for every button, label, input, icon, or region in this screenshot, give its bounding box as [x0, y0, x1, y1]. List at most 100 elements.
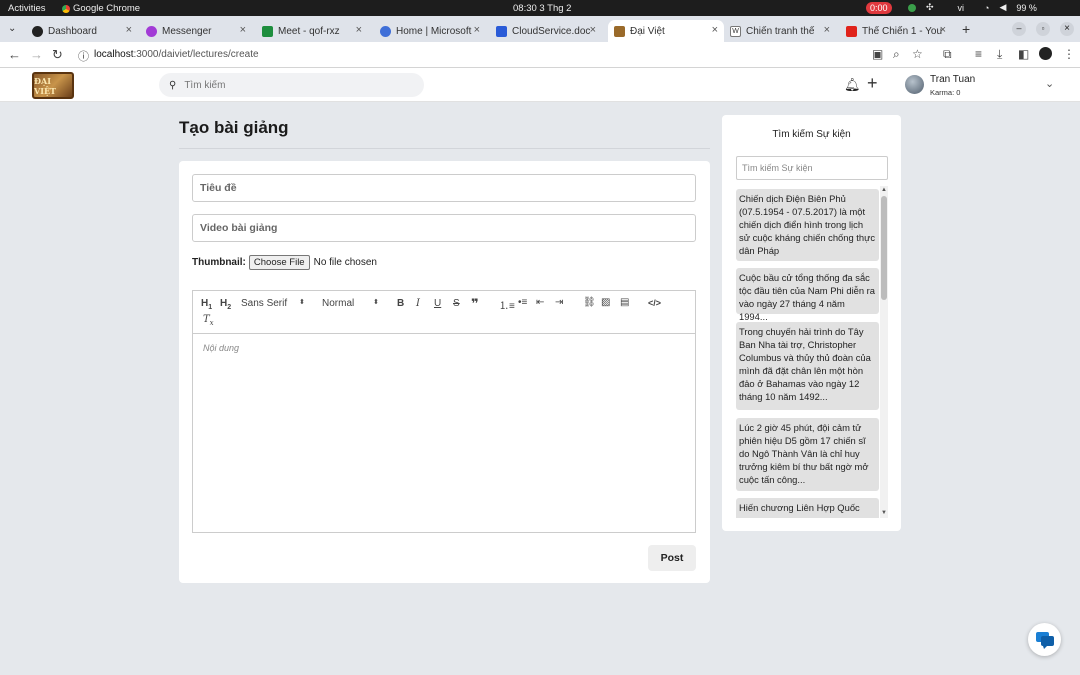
create-plus-icon[interactable]: +: [867, 73, 878, 94]
event-list[interactable]: Chiến dịch Điện Biên Phủ (07.5.1954 - 07…: [736, 186, 888, 518]
heading2-button[interactable]: H2: [220, 298, 231, 311]
screen-cast-icon[interactable]: ▣: [872, 47, 883, 61]
close-icon[interactable]: ×: [712, 24, 718, 36]
ordered-list-icon[interactable]: ⒈≡: [499, 297, 515, 312]
sidepanel-icon[interactable]: ◧: [1018, 47, 1029, 61]
image-icon[interactable]: ▨: [601, 297, 610, 308]
blockquote-icon[interactable]: ❞: [471, 296, 479, 312]
size-select[interactable]: Normal ⬍: [322, 298, 379, 309]
tab-messenger[interactable]: Messenger ×: [140, 20, 252, 42]
font-select[interactable]: Sans Serif ⬍: [241, 298, 305, 309]
close-icon[interactable]: ×: [590, 24, 596, 36]
editor-content[interactable]: Nội dung: [203, 343, 239, 353]
video-icon[interactable]: ▤: [620, 297, 629, 308]
heading1-button[interactable]: H1: [201, 298, 212, 311]
outdent-icon[interactable]: ⇤: [536, 297, 544, 308]
search-input[interactable]: Tìm kiếm: [184, 80, 225, 91]
event-search-input[interactable]: Tìm kiếm Sự kiện: [736, 156, 888, 180]
clear-format-icon[interactable]: Tx: [203, 314, 214, 327]
karma-count: Karma: 0: [930, 88, 961, 97]
new-tab-button[interactable]: +: [962, 21, 970, 37]
youtube-icon: [846, 25, 857, 37]
tab-meet[interactable]: Meet - qof-rxz ×: [256, 20, 368, 42]
close-icon[interactable]: ×: [474, 24, 480, 36]
editor-toolbar: H1 H2 Sans Serif ⬍ Normal ⬍ B I U S ❞ ⒈≡ •…: [193, 291, 695, 334]
video-input[interactable]: Video bài giảng: [192, 214, 696, 242]
download-icon[interactable]: ⤓: [997, 47, 1002, 62]
close-icon[interactable]: ×: [824, 24, 830, 36]
close-icon[interactable]: ×: [940, 24, 946, 36]
extension-icon: [908, 3, 916, 12]
system-tray[interactable]: ✣ vi ◔ ◀ 99 %: [908, 2, 1037, 13]
close-window-button[interactable]: ×: [1060, 22, 1074, 36]
event-list-scroll-thumb[interactable]: [881, 196, 887, 300]
select-arrow-icon: ⬍: [373, 299, 379, 306]
close-icon[interactable]: ×: [126, 24, 132, 36]
back-icon[interactable]: ←: [8, 47, 21, 62]
media-icon[interactable]: ≡: [975, 47, 982, 61]
site-logo[interactable]: ĐẠI VIỆT: [32, 72, 74, 99]
event-item[interactable]: Chiến dịch Điện Biên Phủ (07.5.1954 - 07…: [736, 189, 879, 261]
tab-dashboard[interactable]: Dashboard ×: [26, 20, 138, 42]
event-item[interactable]: Lúc 2 giờ 45 phút, đội cảm tử phiên hiệu…: [736, 418, 879, 491]
close-icon[interactable]: ×: [356, 24, 362, 36]
reload-icon[interactable]: ↻: [52, 47, 63, 63]
close-icon[interactable]: ×: [240, 24, 246, 36]
bookmark-star-icon[interactable]: ☆: [912, 47, 923, 61]
page-title: Tạo bài giảng: [179, 118, 289, 137]
chevron-down-icon[interactable]: ⌄: [1045, 77, 1054, 90]
strike-button[interactable]: S: [453, 298, 460, 309]
forward-icon[interactable]: →: [30, 47, 43, 62]
profile-icon[interactable]: [1039, 47, 1052, 60]
choose-file-button[interactable]: Choose File: [248, 255, 310, 270]
accessibility-icon: ✣: [926, 2, 934, 12]
wikipedia-icon: W: [730, 25, 741, 37]
event-item[interactable]: Trong chuyến hải trình do Tây Ban Nha tà…: [736, 322, 879, 410]
address-bar: ← → ↻ ⓘ localhost:3000/daiviet/lectures/…: [0, 42, 1080, 68]
title-input[interactable]: Tiêu đề: [192, 174, 696, 202]
tab-cloudservice[interactable]: CloudService.doc ×: [490, 20, 602, 42]
wifi-icon: ◔: [984, 2, 990, 13]
app-menu[interactable]: Google Chrome: [62, 3, 140, 14]
tab-search-button[interactable]: ⌄: [8, 23, 16, 34]
zoom-icon[interactable]: ⌕: [893, 47, 900, 62]
maximize-button[interactable]: ▫: [1036, 22, 1050, 36]
minimize-button[interactable]: –: [1012, 22, 1026, 36]
event-item[interactable]: Cuộc bầu cử tổng thống đa sắc tộc đầu ti…: [736, 268, 879, 322]
bold-button[interactable]: B: [397, 298, 404, 309]
extensions-icon[interactable]: ⧉: [943, 47, 952, 62]
recording-indicator[interactable]: 0:00: [866, 2, 892, 14]
indent-icon[interactable]: ⇥: [555, 297, 563, 308]
avatar[interactable]: [905, 75, 924, 94]
post-button[interactable]: Post: [648, 545, 696, 571]
italic-button[interactable]: I: [416, 298, 420, 309]
bell-icon[interactable]: 🔔︎: [844, 77, 861, 93]
site-info-icon[interactable]: ⓘ: [78, 48, 89, 64]
url-path: :3000/daiviet/lectures/create: [133, 49, 259, 60]
tab-dai-viet[interactable]: Đại Việt ×: [608, 20, 724, 42]
app-name: Google Chrome: [73, 3, 141, 14]
thumbnail-row: Thumbnail: Choose File No file chosen: [192, 255, 377, 270]
clock[interactable]: 08:30 3 Thg 2: [513, 3, 571, 14]
event-item[interactable]: Hiến chương Liên Hợp Quốc: [736, 498, 879, 518]
menu-kebab-icon[interactable]: ⋮: [1063, 47, 1075, 61]
scroll-up-icon[interactable]: ▲: [881, 187, 887, 193]
url-field[interactable]: localhost:3000/daiviet/lectures/create: [94, 49, 259, 60]
link-icon[interactable]: ⛓: [583, 297, 596, 308]
meet-icon: [262, 25, 273, 37]
global-search[interactable]: ⚲ Tìm kiếm: [159, 73, 424, 97]
scroll-down-icon[interactable]: ▼: [881, 510, 887, 516]
user-name[interactable]: Tran Tuan: [930, 74, 975, 85]
activities-button[interactable]: Activities: [8, 3, 45, 14]
messenger-icon: [146, 25, 157, 37]
language-indicator: vi: [957, 2, 965, 13]
tab-wikipedia[interactable]: W Chiến tranh thế ×: [724, 20, 836, 42]
chat-icon[interactable]: [1028, 623, 1061, 656]
microsoft-icon: [380, 25, 391, 37]
underline-button[interactable]: U: [434, 298, 441, 309]
tab-youtube[interactable]: Thế Chiến 1 - You ×: [840, 20, 952, 42]
battery-level: 99 %: [1016, 2, 1037, 13]
code-icon[interactable]: </>: [648, 298, 661, 308]
bullet-list-icon[interactable]: •≡: [518, 297, 527, 308]
tab-microsoft[interactable]: Home | Microsoft ×: [374, 20, 486, 42]
